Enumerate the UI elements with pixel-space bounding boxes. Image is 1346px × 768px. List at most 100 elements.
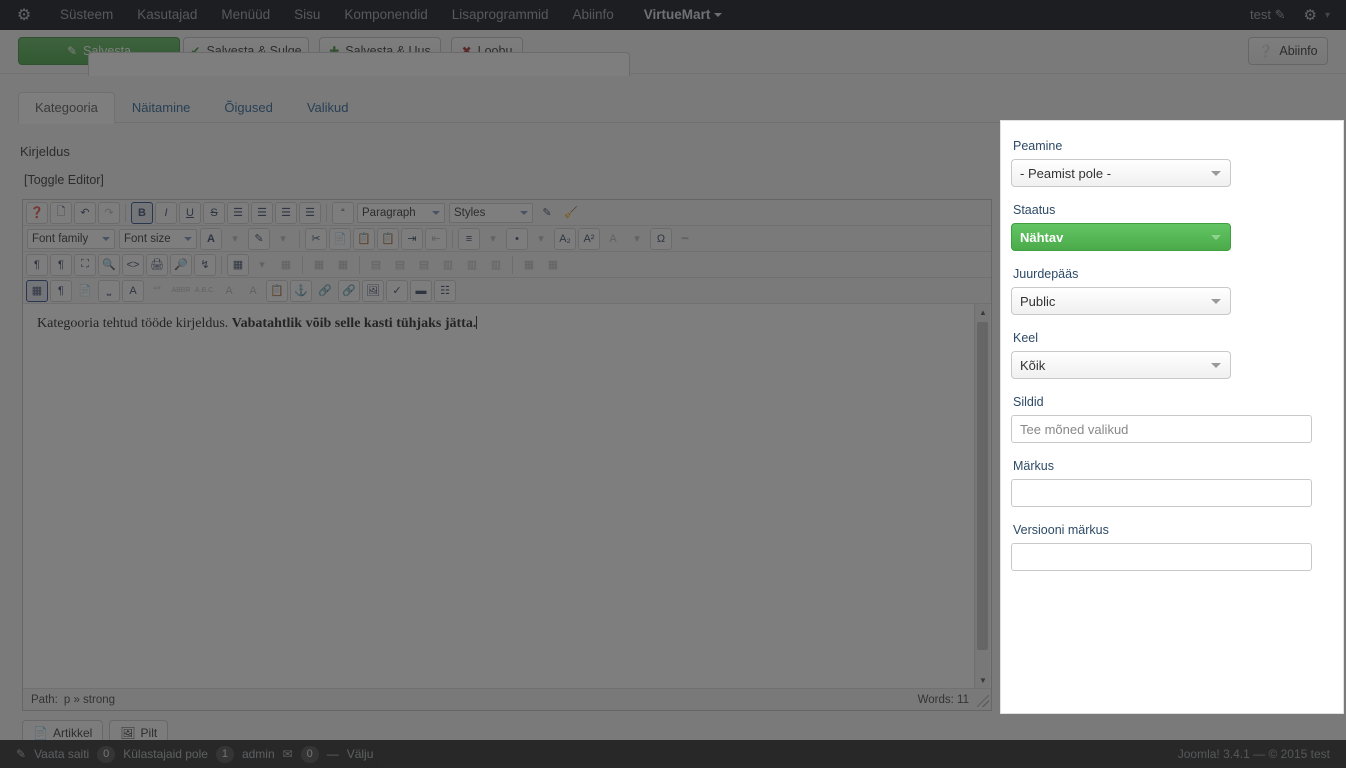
title-field-partial[interactable] bbox=[88, 52, 630, 76]
numbered-list-icon[interactable]: ≡ bbox=[458, 227, 480, 250]
horizontal-rule-icon[interactable]: ━ bbox=[674, 228, 696, 250]
styles-select[interactable]: Styles bbox=[449, 202, 533, 223]
cut-icon[interactable]: ✂ bbox=[305, 227, 327, 250]
tab-kategooria[interactable]: Kategooria bbox=[18, 92, 115, 124]
acronym-icon[interactable]: A.B.C. bbox=[194, 280, 216, 302]
chevron-down-icon[interactable]: ▾ bbox=[224, 228, 246, 250]
version-note-input[interactable] bbox=[1011, 543, 1312, 571]
show-blocks-icon[interactable]: ¶ bbox=[50, 279, 72, 302]
view-site-link[interactable]: Vaata saiti bbox=[34, 747, 89, 761]
nav-item-extensions[interactable]: Lisaprogrammid bbox=[440, 0, 561, 30]
insert-column-before-icon[interactable]: ▥ bbox=[437, 254, 459, 276]
outdent-icon[interactable]: ⇤ bbox=[425, 227, 447, 250]
nav-item-virtuemart[interactable]: VirtueMart bbox=[626, 0, 735, 30]
resize-grip-icon[interactable] bbox=[977, 695, 989, 707]
joomla-logo-icon[interactable]: ⚙ bbox=[0, 0, 48, 30]
logout-link[interactable]: Välju bbox=[347, 747, 374, 761]
nav-item-content[interactable]: Sisu bbox=[282, 0, 332, 30]
background-color-icon[interactable]: ✎ bbox=[248, 227, 270, 250]
font-family-select[interactable]: Font family bbox=[27, 228, 115, 249]
align-right-icon[interactable]: ☰ bbox=[299, 201, 321, 224]
scroll-up-arrow-icon[interactable]: ▲ bbox=[975, 304, 991, 320]
image-icon[interactable]: 🖼 bbox=[362, 279, 384, 302]
delete-row-icon[interactable]: ▤ bbox=[413, 254, 435, 276]
align-left-icon[interactable]: ☰ bbox=[275, 201, 297, 224]
superscript-icon[interactable]: A² bbox=[578, 227, 600, 250]
paste-icon[interactable]: 📋 bbox=[353, 227, 375, 250]
anchor-icon[interactable]: ⚓ bbox=[290, 279, 312, 302]
editor-scrollbar[interactable]: ▲ ▼ bbox=[974, 304, 990, 688]
del-icon[interactable]: A bbox=[218, 280, 240, 302]
envelope-icon[interactable]: ✉ bbox=[283, 747, 293, 761]
unlink-icon[interactable]: 🔗 bbox=[314, 280, 336, 302]
insert-table-icon[interactable]: ▦ bbox=[227, 253, 249, 276]
nav-item-menus[interactable]: Menüüd bbox=[209, 0, 282, 30]
nonbreaking-icon[interactable]: ⎵ bbox=[98, 279, 120, 302]
align-justify-icon[interactable]: ☰ bbox=[227, 201, 249, 224]
copy-icon[interactable]: 📄 bbox=[329, 227, 351, 250]
chevron-down-icon[interactable]: ▾ bbox=[272, 228, 294, 250]
italic-icon[interactable]: I bbox=[155, 201, 177, 224]
abbreviation-icon[interactable]: ABBR bbox=[170, 280, 192, 302]
chevron-down-icon[interactable]: ▾ bbox=[626, 228, 648, 250]
nav-item-system[interactable]: Süsteem bbox=[48, 0, 125, 30]
eraser-icon[interactable]: ✎ bbox=[536, 202, 558, 224]
new-document-icon[interactable]: 🗋 bbox=[50, 201, 72, 224]
status-select[interactable]: Nähtav bbox=[1011, 223, 1231, 251]
delete-table-icon[interactable]: ▦ bbox=[275, 254, 297, 276]
language-select[interactable]: Kõik bbox=[1011, 351, 1231, 379]
tab-valikud[interactable]: Valikud bbox=[290, 92, 366, 124]
merge-cells-icon[interactable]: ▦ bbox=[542, 254, 564, 276]
spellcheck-icon[interactable]: ✓ bbox=[386, 279, 408, 302]
ltr-icon[interactable]: ¶ bbox=[26, 253, 48, 276]
link-icon[interactable]: 🔗 bbox=[338, 279, 360, 302]
subscript-icon[interactable]: A₂ bbox=[554, 227, 576, 250]
redo-icon[interactable]: ↷ bbox=[98, 201, 120, 224]
table-row-properties-icon[interactable]: ▦ bbox=[308, 254, 330, 276]
text-effects-icon[interactable]: A bbox=[122, 279, 144, 302]
special-character-icon[interactable]: Ω bbox=[650, 227, 672, 250]
quote-icon[interactable]: “” bbox=[146, 280, 168, 302]
table-cell-properties-icon[interactable]: ▦ bbox=[332, 254, 354, 276]
nav-user[interactable]: test ✎ bbox=[1240, 7, 1296, 23]
attributes-icon[interactable]: 📋 bbox=[266, 279, 288, 302]
bulleted-list-icon[interactable]: • bbox=[506, 227, 528, 250]
indent-icon[interactable]: ⇥ bbox=[401, 227, 423, 250]
pagebreak-icon[interactable]: 📄 bbox=[74, 280, 96, 302]
nav-item-components[interactable]: Komponendid bbox=[332, 0, 439, 30]
help-button[interactable]: ❔ Abiinfo bbox=[1248, 37, 1328, 65]
insert-row-before-icon[interactable]: ▤ bbox=[365, 254, 387, 276]
editor-content-area[interactable]: Kategooria tehtud tööde kirjeldus. Vabat… bbox=[23, 304, 991, 688]
tags-input[interactable] bbox=[1011, 415, 1312, 443]
visual-aid-icon[interactable]: ▦ bbox=[26, 279, 48, 302]
chevron-down-icon[interactable]: ▾ bbox=[251, 254, 273, 276]
tab-oigused[interactable]: Õigused bbox=[207, 92, 289, 124]
insert-row-after-icon[interactable]: ▤ bbox=[389, 254, 411, 276]
preview-icon[interactable]: 🔍 bbox=[98, 253, 120, 276]
split-cells-icon[interactable]: ▦ bbox=[518, 254, 540, 276]
scroll-down-arrow-icon[interactable]: ▼ bbox=[975, 672, 991, 688]
delete-column-icon[interactable]: ▥ bbox=[485, 254, 507, 276]
search-icon[interactable]: 🔎 bbox=[170, 253, 192, 276]
text-color-icon[interactable]: A bbox=[200, 227, 222, 250]
access-select[interactable]: Public bbox=[1011, 287, 1231, 315]
rtl-icon[interactable]: ¶ bbox=[50, 253, 72, 276]
remove-format-icon[interactable]: A bbox=[602, 228, 624, 250]
font-size-select[interactable]: Font size bbox=[119, 228, 197, 249]
undo-icon[interactable]: ↶ bbox=[74, 201, 96, 224]
cleanup-icon[interactable]: 🧹 bbox=[560, 202, 582, 224]
help-icon[interactable]: ❓ bbox=[26, 201, 48, 224]
print-icon[interactable]: 🖨 bbox=[146, 253, 168, 276]
replace-icon[interactable]: ↯ bbox=[194, 253, 216, 276]
chevron-down-icon[interactable]: ▾ bbox=[530, 228, 552, 250]
parent-select[interactable]: - Peamist pole - bbox=[1011, 159, 1231, 187]
underline-icon[interactable]: U bbox=[179, 201, 201, 224]
chevron-down-icon[interactable]: ▾ bbox=[482, 228, 504, 250]
fullscreen-icon[interactable]: ⛶ bbox=[74, 253, 96, 276]
blockquote-icon[interactable]: “ bbox=[332, 201, 354, 224]
layer-icon[interactable]: ☷ bbox=[434, 279, 456, 302]
tab-naitamine[interactable]: Näitamine bbox=[115, 92, 208, 124]
gear-icon[interactable]: ⚙ bbox=[1296, 6, 1325, 24]
align-center-icon[interactable]: ☰ bbox=[251, 201, 273, 224]
horizontal-rule-icon[interactable]: ▬ bbox=[410, 279, 432, 302]
